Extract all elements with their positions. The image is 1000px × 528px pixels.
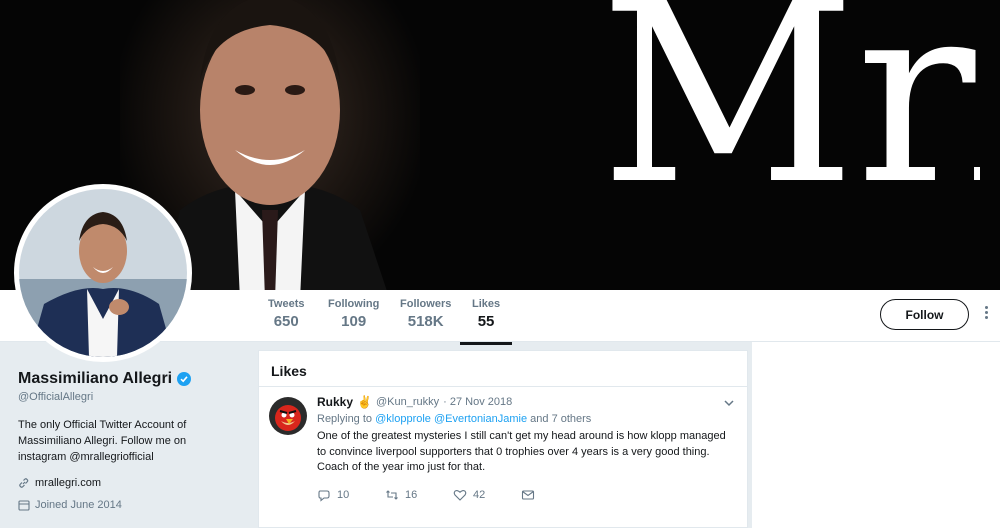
stat-value: 650	[273, 313, 299, 330]
tweet-actions: 10 16 42	[317, 488, 735, 502]
angry-bird-avatar-image	[269, 397, 307, 435]
right-sidebar	[752, 342, 1000, 528]
heart-icon	[453, 489, 467, 501]
tweet-text: One of the greatest mysteries I still ca…	[317, 430, 726, 473]
stat-value: 518K	[407, 313, 444, 330]
tweet-author-name[interactable]: Rukky	[317, 395, 353, 409]
link-icon	[19, 478, 29, 488]
chevron-down-icon[interactable]	[723, 397, 735, 409]
direct-message-button[interactable]	[521, 488, 589, 502]
like-button[interactable]: 42	[453, 488, 521, 502]
profile-name-row: Massimiliano Allegri	[18, 370, 248, 388]
mra-monogram-logo: MrA	[600, 0, 980, 200]
mention-link[interactable]: @EvertonianJamie	[434, 413, 527, 425]
stat-label: Followers	[400, 298, 452, 310]
stat-label: Tweets	[268, 298, 305, 310]
avatar-image	[19, 189, 187, 357]
reply-count: 10	[337, 488, 350, 501]
tweet-header: Rukky ✌ @Kun_rukky · 27 Nov 2018	[317, 395, 735, 409]
tab-likes[interactable]: Likes 55	[459, 298, 513, 345]
tweet-author-handle[interactable]: @Kun_rukky	[376, 396, 439, 408]
tab-followers[interactable]: Followers 518K	[400, 298, 451, 330]
mention-link[interactable]: @klopprole	[375, 413, 431, 425]
like-count: 42	[473, 488, 486, 501]
tab-tweets[interactable]: Tweets 650	[268, 298, 304, 330]
profile-name[interactable]: Massimiliano Allegri	[18, 370, 172, 388]
avatar[interactable]	[14, 184, 192, 362]
stat-value: 109	[341, 313, 367, 330]
reply-button[interactable]: 10	[317, 488, 385, 502]
profile-joined: Joined June 2014	[18, 499, 248, 511]
profile-bio: The only Official Twitter Account of Mas…	[18, 419, 187, 463]
retweet-button[interactable]: 16	[385, 488, 453, 502]
reply-icon	[318, 489, 330, 502]
replying-suffix[interactable]: and 7 others	[530, 413, 591, 425]
joined-date: Joined June 2014	[35, 499, 122, 511]
verified-icon	[177, 372, 192, 386]
retweet-count: 16	[405, 488, 418, 501]
tweet[interactable]: Rukky ✌ @Kun_rukky · 27 Nov 2018 Replyin…	[259, 387, 747, 502]
stat-label: Following	[328, 298, 380, 310]
tweet-date[interactable]: · 27 Nov 2018	[443, 396, 512, 408]
profile-handle[interactable]: @OfficialAllegri	[18, 391, 248, 403]
stat-label: Likes	[472, 298, 501, 310]
svg-text:MrA: MrA	[600, 0, 980, 200]
timeline-heading: Likes	[259, 351, 747, 387]
stat-value: 55	[477, 313, 495, 330]
retweet-icon	[386, 489, 398, 500]
profile-card: Massimiliano Allegri @OfficialAllegri Th…	[18, 370, 248, 511]
likes-timeline: Likes Rukky ✌ @Kun_rukky · 27 Nov 2018 R…	[258, 350, 748, 528]
replying-to: Replying to @klopprole @EvertonianJamie …	[317, 413, 735, 425]
tab-following[interactable]: Following 109	[328, 298, 379, 330]
replying-prefix: Replying to	[317, 413, 373, 425]
website-link[interactable]: mrallegri.com	[35, 477, 101, 489]
tweet-author-emoji: ✌	[357, 395, 372, 409]
tweet-avatar[interactable]	[269, 397, 307, 435]
more-icon[interactable]	[980, 304, 992, 326]
message-icon	[521, 489, 535, 500]
follow-button[interactable]: Follow	[880, 299, 969, 330]
profile-website[interactable]: mrallegri.com	[18, 477, 248, 489]
calendar-icon	[18, 500, 30, 511]
